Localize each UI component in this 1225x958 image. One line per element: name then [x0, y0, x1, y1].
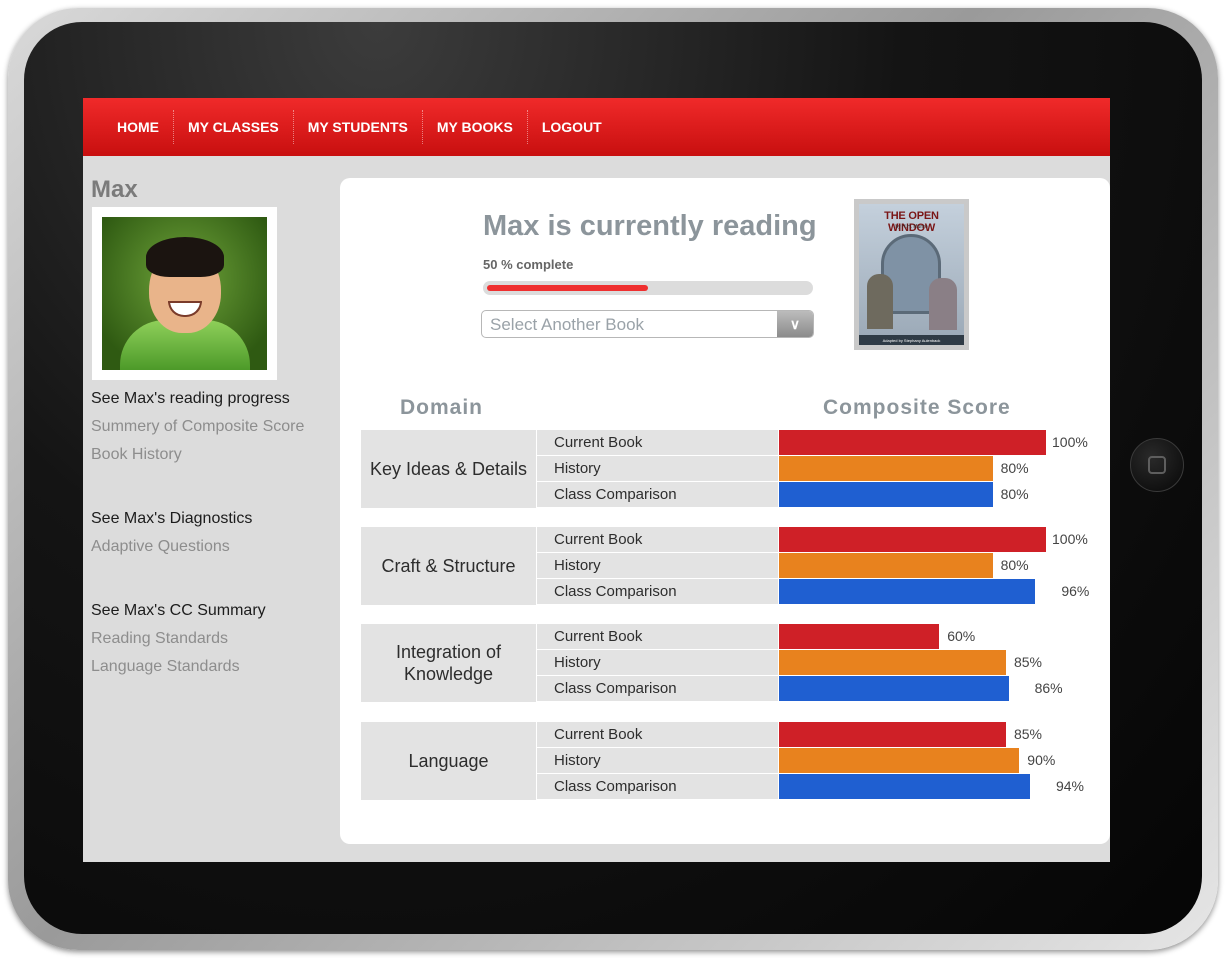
student-avatar: [92, 207, 277, 380]
sidebar-head-reading-progress[interactable]: See Max's reading progress: [91, 385, 304, 413]
score-bar: [779, 527, 1046, 552]
sidebar-reading-progress: See Max's reading progress Summery of Co…: [91, 385, 304, 469]
score-value-label: 100%: [1052, 434, 1088, 450]
score-bar: [779, 624, 940, 649]
app-screen: HOME MY CLASSES MY STUDENTS MY BOOKS LOG…: [83, 98, 1110, 862]
score-bar: [779, 650, 1006, 675]
nav-my-books[interactable]: MY BOOKS: [423, 110, 528, 144]
score-value-label: 80%: [1000, 486, 1029, 502]
book-credit: Adapted by Stephany Aulenback: [882, 338, 941, 343]
metric-label: History: [537, 456, 778, 481]
score-value-label: 85%: [1013, 726, 1042, 742]
domain-group: Craft & Structure Current Book 100% History…: [361, 527, 1101, 605]
domain-label: Craft & Structure: [361, 527, 536, 605]
score-bar: [779, 482, 993, 507]
sidebar-head-cc-summary[interactable]: See Max's CC Summary: [91, 597, 266, 625]
metric-label: History: [537, 553, 778, 578]
score-bar: [779, 430, 1046, 455]
score-value-label: 100%: [1052, 531, 1088, 547]
sidebar-head-diagnostics[interactable]: See Max's Diagnostics: [91, 505, 252, 533]
metric-label: History: [537, 650, 778, 675]
score-value-label: 86%: [1034, 680, 1063, 696]
domain-group: Integration of Knowledge Current Book 60% H…: [361, 624, 1101, 702]
metric-label: Class Comparison: [537, 676, 778, 701]
metric-label: Current Book: [537, 624, 778, 649]
score-value-label: 80%: [1000, 460, 1029, 476]
book-cover-art: THE OPEN WINDOW by H.H. Munro Adapted by…: [859, 204, 964, 345]
domain-label: Integration of Knowledge: [361, 624, 536, 702]
score-bar: [779, 774, 1030, 799]
sidebar-link-reading-standards[interactable]: Reading Standards: [91, 625, 266, 653]
sidebar-link-adaptive-questions[interactable]: Adaptive Questions: [91, 533, 252, 561]
reading-title: Max is currently reading: [483, 210, 817, 242]
sidebar-diagnostics: See Max's Diagnostics Adaptive Questions: [91, 505, 252, 561]
book-author: by H.H. Munro: [895, 224, 928, 230]
metric-label: Current Book: [537, 527, 778, 552]
top-nav: HOME MY CLASSES MY STUDENTS MY BOOKS LOG…: [83, 98, 1110, 156]
score-value-label: 96%: [1061, 583, 1090, 599]
student-photo: [102, 217, 267, 370]
nav-home[interactable]: HOME: [105, 110, 174, 144]
domain-group: Key Ideas & Details Current Book 100% Histo…: [361, 430, 1101, 508]
sidebar-link-language-standards[interactable]: Language Standards: [91, 653, 266, 681]
home-button[interactable]: [1130, 438, 1184, 492]
score-bar: [779, 553, 993, 578]
sidebar-cc-summary: See Max's CC Summary Reading Standards L…: [91, 597, 266, 681]
metric-label: Current Book: [537, 722, 778, 747]
score-bar: [779, 676, 1009, 701]
sidebar-link-composite-score[interactable]: Summery of Composite Score: [91, 413, 304, 441]
metric-label: Class Comparison: [537, 482, 778, 507]
student-name: Max: [91, 176, 138, 203]
score-value-label: 94%: [1055, 778, 1084, 794]
select-another-book-dropdown[interactable]: Select Another Book ∨: [481, 310, 814, 338]
nav-logout[interactable]: LOGOUT: [528, 110, 616, 144]
score-value-label: 60%: [947, 628, 976, 644]
score-bar: [779, 722, 1006, 747]
score-bar: [779, 579, 1036, 604]
metric-label: Current Book: [537, 430, 778, 455]
metric-label: Class Comparison: [537, 579, 778, 604]
score-bar: [779, 748, 1020, 773]
score-value-label: 90%: [1027, 752, 1056, 768]
chevron-down-icon[interactable]: ∨: [777, 311, 813, 337]
progress-bar: [483, 281, 813, 295]
select-placeholder: Select Another Book: [490, 315, 645, 334]
composite-score-column-header: Composite Score: [823, 396, 1011, 419]
book-title: THE OPEN WINDOW: [884, 210, 939, 234]
book-cover[interactable]: THE OPEN WINDOW by H.H. Munro Adapted by…: [854, 199, 969, 350]
home-button-icon: [1148, 456, 1166, 474]
nav-my-students[interactable]: MY STUDENTS: [294, 110, 423, 144]
progress-label: 50 % complete: [483, 257, 574, 272]
nav-my-classes[interactable]: MY CLASSES: [174, 110, 294, 144]
score-value-label: 80%: [1000, 557, 1029, 573]
domain-group: Language Current Book 85% History 90% Class C…: [361, 722, 1101, 800]
metric-label: Class Comparison: [537, 774, 778, 799]
domain-column-header: Domain: [400, 396, 484, 419]
score-value-label: 85%: [1013, 654, 1042, 670]
domain-label: Language: [361, 722, 536, 800]
sidebar-link-book-history[interactable]: Book History: [91, 441, 304, 469]
metric-label: History: [537, 748, 778, 773]
progress-fill: [487, 285, 648, 291]
main-panel: Max is currently reading 50 % complete S…: [340, 178, 1110, 844]
domain-label: Key Ideas & Details: [361, 430, 536, 508]
score-bar: [779, 456, 993, 481]
